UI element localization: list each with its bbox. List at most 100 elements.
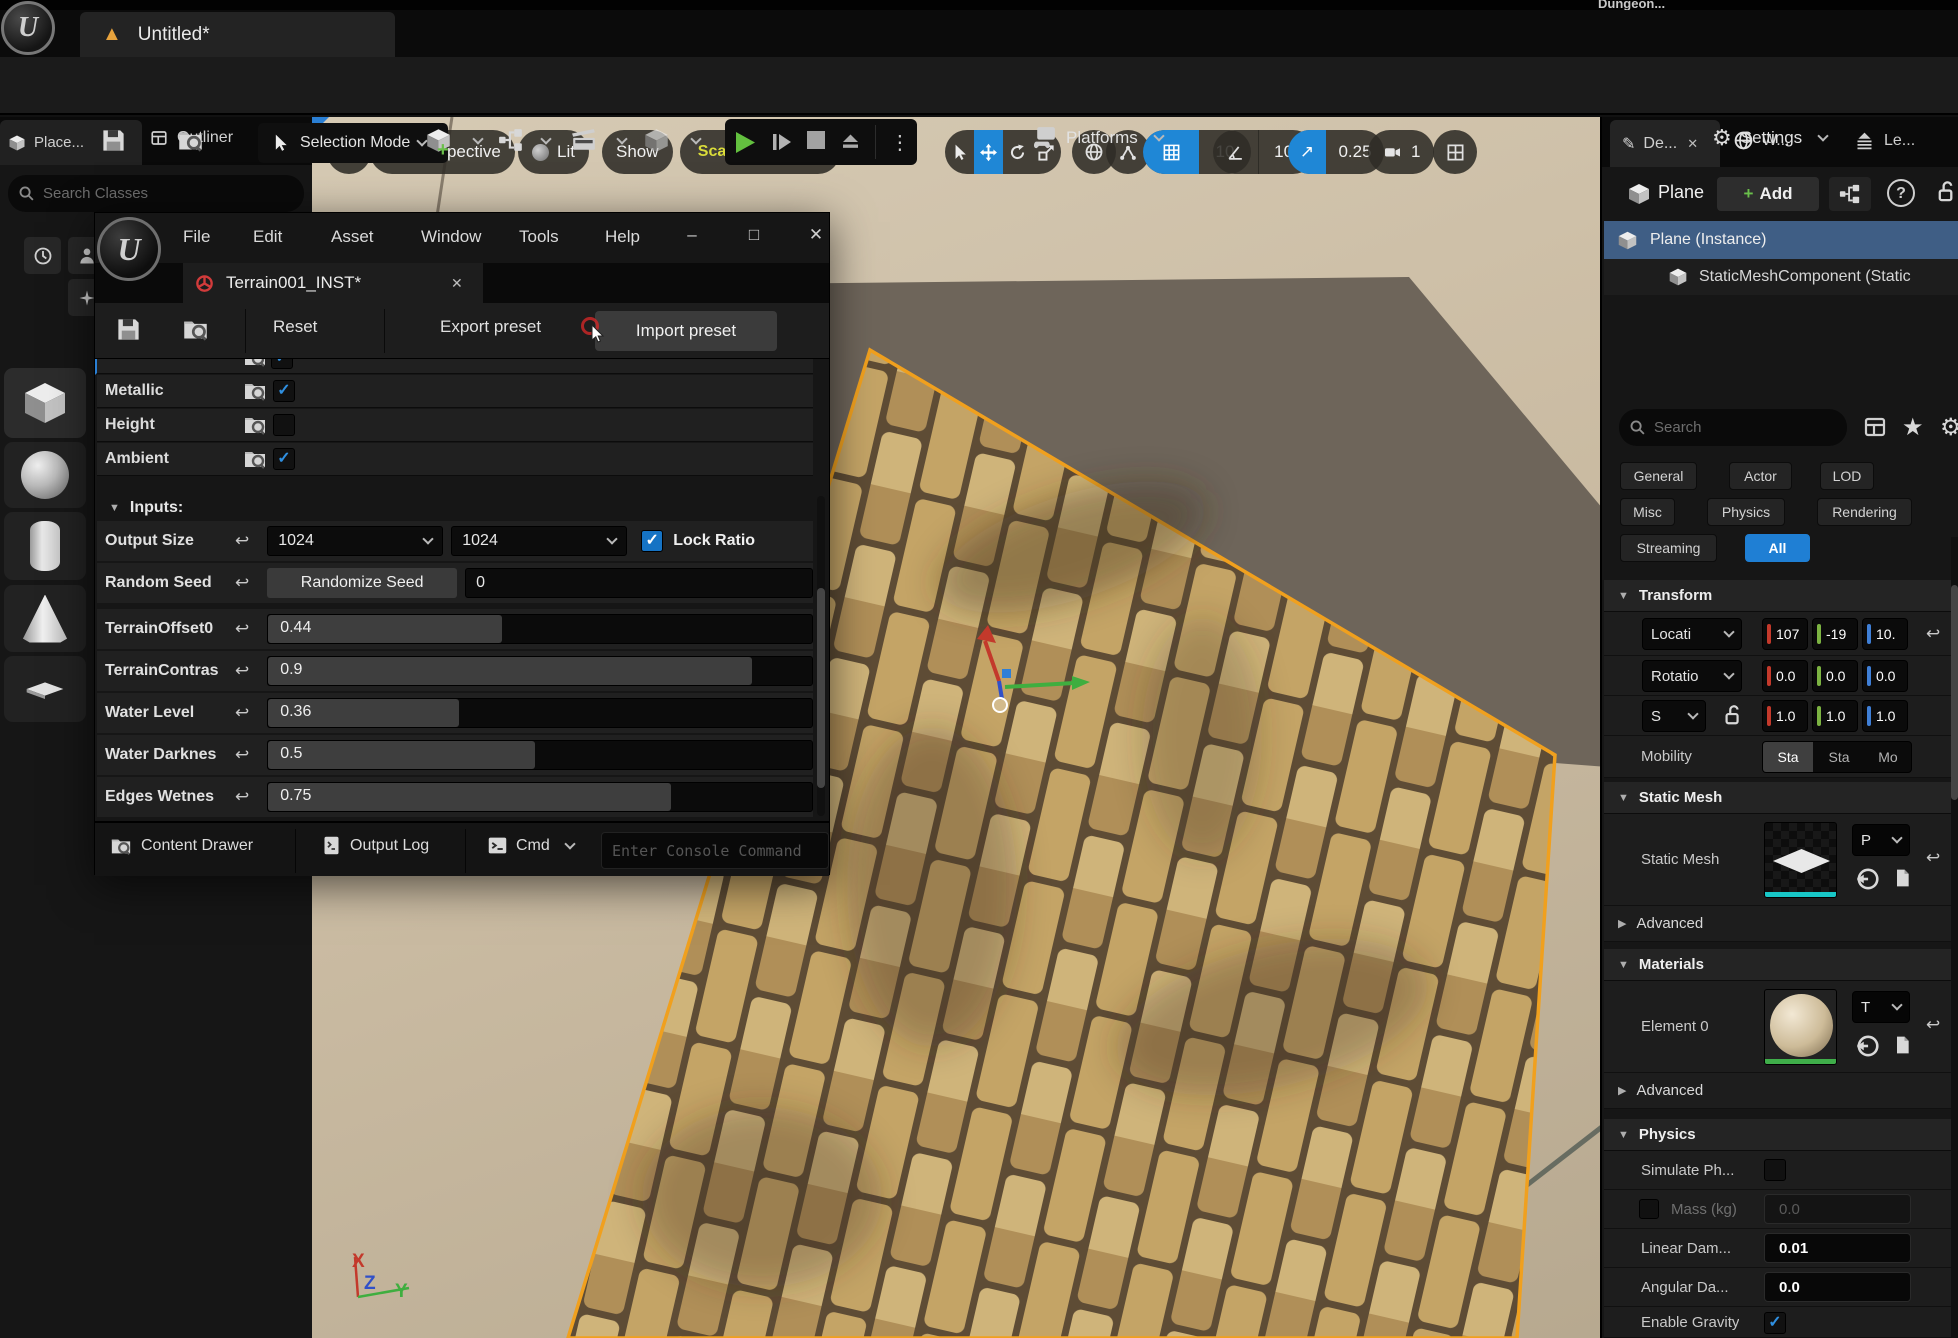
reset-to-default-icon[interactable]: ↩ <box>235 573 249 593</box>
tree-row-staticmeshcomponent[interactable]: StaticMeshComponent (Static <box>1604 259 1958 295</box>
export-preset-button[interactable]: Export preset <box>440 317 541 337</box>
details-scrollbar-thumb[interactable] <box>1951 585 1958 800</box>
reset-to-default-icon[interactable]: ↩ <box>235 787 249 807</box>
edges-wetness-slider[interactable]: 0.75 <box>267 782 813 812</box>
reset-to-default-icon[interactable]: ↩ <box>1926 1015 1940 1035</box>
import-preset-button[interactable]: Import preset <box>595 311 777 351</box>
details-search-input[interactable] <box>1654 419 1837 436</box>
reset-to-default-icon[interactable]: ↩ <box>235 531 249 551</box>
lock-icon[interactable] <box>1935 180 1958 203</box>
play-button[interactable] <box>732 130 757 155</box>
scrollbar-thumb[interactable] <box>817 588 825 788</box>
filter-rendering[interactable]: Rendering <box>1817 498 1912 526</box>
platforms-dropdown[interactable]: Platforms <box>1032 125 1163 150</box>
reset-button[interactable]: Reset <box>273 317 317 337</box>
close-icon[interactable]: ✕ <box>451 275 463 292</box>
play-options-menu[interactable]: ⋮ <box>890 130 910 155</box>
build-button[interactable] <box>643 127 670 154</box>
place-cylinder-item[interactable] <box>4 512 86 580</box>
tab-terrain001-inst[interactable]: Terrain001_INST* ✕ <box>183 263 483 303</box>
tab-details[interactable]: ✎ De... ✕ <box>1610 120 1720 167</box>
menu-tools[interactable]: Tools <box>519 227 559 247</box>
minimize-button[interactable]: – <box>675 225 709 245</box>
location-x-field[interactable]: 107 <box>1762 618 1808 650</box>
frame-skip-button[interactable] <box>771 132 793 152</box>
static-mesh-thumbnail[interactable] <box>1764 822 1837 898</box>
param-checkbox[interactable]: ✓ <box>273 414 295 436</box>
camera-speed-button[interactable]: 1 <box>1368 130 1434 174</box>
rotation-z-field[interactable]: 0.0 <box>1862 660 1908 692</box>
save-button[interactable] <box>100 127 127 154</box>
output-height-dropdown[interactable]: 1024 <box>451 526 627 556</box>
edit-blueprint-button[interactable] <box>1829 177 1871 211</box>
mobility-static-option[interactable]: Sta <box>1763 742 1813 772</box>
details-scrollbar-track[interactable] <box>1951 537 1958 1337</box>
reset-to-default-icon[interactable]: ↩ <box>235 745 249 765</box>
filter-lod[interactable]: LOD <box>1820 462 1874 490</box>
stop-button[interactable] <box>807 131 825 154</box>
material-asset-dropdown[interactable]: T <box>1852 991 1910 1023</box>
mobility-stationary-option[interactable]: Sta <box>1813 742 1865 772</box>
rotation-dropdown[interactable]: Rotatio <box>1642 660 1742 692</box>
rotation-snap-toggle[interactable] <box>1213 130 1259 174</box>
reset-to-default-icon[interactable]: ↩ <box>1926 848 1940 868</box>
water-level-slider[interactable]: 0.36 <box>267 698 813 728</box>
content-drawer-button[interactable]: Content Drawer <box>109 835 253 857</box>
static-mesh-section-header[interactable]: ▼Static Mesh <box>1604 782 1958 814</box>
place-plane-item[interactable] <box>4 656 86 722</box>
place-sphere-item[interactable] <box>4 442 86 508</box>
menu-help[interactable]: Help <box>605 227 640 247</box>
close-icon[interactable]: ✕ <box>1687 136 1698 152</box>
source-control-button[interactable] <box>176 127 205 154</box>
rotate-tool-button[interactable] <box>1003 130 1032 174</box>
static-mesh-asset-dropdown[interactable]: P <box>1852 824 1910 856</box>
output-width-dropdown[interactable]: 1024 <box>267 526 443 556</box>
filter-physics[interactable]: Physics <box>1707 498 1785 526</box>
seed-value-field[interactable]: 0 <box>465 568 813 598</box>
texture-browse-icon[interactable] <box>243 379 267 403</box>
reset-to-default-icon[interactable]: ↩ <box>235 619 249 639</box>
mass-override-checkbox[interactable]: ✓ <box>1639 1199 1659 1219</box>
param-checkbox[interactable]: ✓ <box>273 380 295 402</box>
lock-ratio-checkbox[interactable]: ✓ <box>641 530 663 552</box>
search-classes-box[interactable] <box>8 175 304 212</box>
blueprints-button[interactable] <box>498 127 524 153</box>
tree-row-plane-instance[interactable]: Plane (Instance) <box>1604 221 1958 259</box>
reset-to-default-icon[interactable]: ↩ <box>235 703 249 723</box>
details-search-box[interactable] <box>1619 409 1847 446</box>
cinematics-button[interactable] <box>570 127 598 153</box>
tab-levels[interactable]: Le... <box>1853 130 1915 151</box>
angular-damping-field[interactable]: 0.0 <box>1764 1272 1911 1302</box>
scale-dropdown[interactable]: S <box>1642 700 1706 732</box>
scale-y-field[interactable]: 1.0 <box>1812 700 1858 732</box>
place-cone-item[interactable] <box>4 585 86 652</box>
scale-snap-toggle[interactable]: ↗ <box>1288 130 1326 174</box>
menu-file[interactable]: File <box>183 227 210 247</box>
use-selected-asset-icon[interactable] <box>1854 866 1880 892</box>
browse-to-asset-icon[interactable] <box>1892 866 1912 890</box>
close-button[interactable]: ✕ <box>799 225 833 245</box>
material-thumbnail[interactable] <box>1764 989 1837 1065</box>
scale-x-field[interactable]: 1.0 <box>1762 700 1808 732</box>
materials-advanced-row[interactable]: ▶Advanced <box>1604 1073 1958 1109</box>
output-log-button[interactable]: Output Log <box>321 835 429 856</box>
quad-view-button[interactable] <box>1433 130 1477 174</box>
reset-to-default-icon[interactable]: ↩ <box>235 661 249 681</box>
console-command-box[interactable] <box>601 832 829 869</box>
browse-to-asset-button[interactable] <box>181 316 210 343</box>
location-z-field[interactable]: 10. <box>1862 618 1908 650</box>
static-mesh-advanced-row[interactable]: ▶Advanced <box>1604 906 1958 942</box>
search-classes-input[interactable] <box>43 185 294 202</box>
randomize-seed-button[interactable]: Randomize Seed <box>267 568 457 598</box>
rotation-y-field[interactable]: 0.0 <box>1812 660 1858 692</box>
editor-mode-dropdown[interactable]: Selection Mode <box>258 123 448 163</box>
display-filter-icon[interactable] <box>1863 415 1887 439</box>
cmd-dropdown[interactable]: Cmd <box>487 835 574 856</box>
add-component-button[interactable]: +Add <box>1717 177 1819 211</box>
simulate-physics-checkbox[interactable]: ✓ <box>1764 1159 1786 1181</box>
favorites-star-icon[interactable]: ★ <box>1902 413 1924 442</box>
tab-level-untitled[interactable]: ▲ Untitled* <box>80 12 395 57</box>
texture-browse-icon[interactable] <box>243 413 267 437</box>
materials-section-header[interactable]: ▼Materials <box>1604 949 1958 981</box>
param-checkbox[interactable]: ✓ <box>273 448 295 470</box>
